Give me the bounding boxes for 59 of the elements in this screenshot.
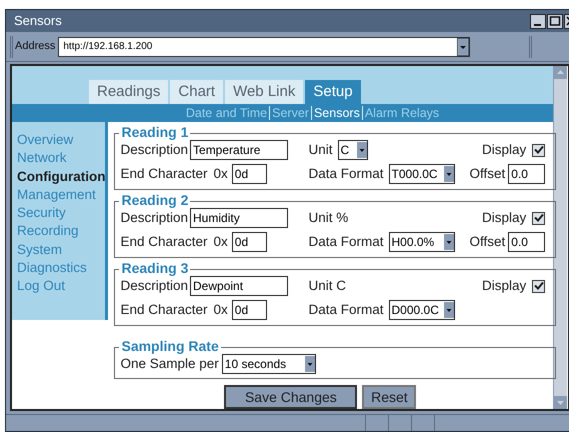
- caret-icon[interactable]: [444, 166, 454, 182]
- input-field[interactable]: 0.0: [508, 232, 546, 252]
- field-label: Unit: [308, 141, 332, 159]
- window-title: Sensors: [14, 12, 62, 30]
- field-label: One Sample per: [120, 355, 219, 373]
- field-label: Display: [482, 277, 526, 295]
- input-field[interactable]: 0d: [232, 164, 267, 184]
- dropdown[interactable]: D000.0C: [388, 300, 455, 320]
- field-label: End Character: [120, 301, 208, 320]
- group-title: Reading 2: [119, 192, 190, 208]
- form-button[interactable]: Reset: [362, 385, 416, 409]
- field-label: Data Format: [308, 165, 384, 184]
- field-label: 0x: [214, 301, 228, 320]
- input-field[interactable]: Humidity: [190, 208, 288, 228]
- field-label: Description: [120, 209, 188, 227]
- input-field[interactable]: 0d: [232, 232, 267, 252]
- field-label: 0x: [214, 165, 228, 184]
- field-label: Data Format: [308, 233, 384, 252]
- input-field[interactable]: Dewpoint: [190, 276, 288, 296]
- field-label: Description: [120, 141, 188, 159]
- field-label: Unit C: [308, 277, 346, 295]
- field-label: Unit %: [308, 209, 348, 227]
- address-label: Address: [15, 39, 56, 54]
- minimize-icon[interactable]: [530, 14, 546, 28]
- field-label: Display: [482, 209, 526, 227]
- sidebar-item[interactable]: Configuration: [17, 168, 106, 186]
- field-label: Offset: [469, 233, 506, 252]
- tab[interactable]: Readings: [89, 80, 168, 104]
- tab[interactable]: Web Link: [225, 80, 304, 104]
- caret-icon[interactable]: [444, 234, 454, 250]
- input-field[interactable]: Temperature: [190, 140, 288, 160]
- group-title: Reading 1: [119, 124, 190, 140]
- field-label: End Character: [120, 233, 208, 252]
- caret-icon[interactable]: [356, 142, 366, 158]
- subtab-link[interactable]: Sensors: [314, 104, 360, 122]
- field-label: Description: [120, 277, 188, 295]
- dropdown[interactable]: H00.0%: [388, 232, 455, 252]
- dropdown-icon[interactable]: [457, 38, 470, 56]
- dropdown[interactable]: 10 seconds: [222, 354, 316, 374]
- checkbox[interactable]: [532, 144, 546, 157]
- group-title: Reading 3: [119, 260, 190, 276]
- field-label: Data Format: [308, 301, 384, 320]
- group-title: Sampling Rate: [119, 338, 221, 354]
- checkbox[interactable]: [532, 212, 546, 225]
- dropdown[interactable]: T000.0C: [388, 164, 455, 184]
- address-field[interactable]: http://192.168.1.200: [58, 36, 470, 56]
- input-field[interactable]: 0d: [232, 300, 267, 320]
- input-field[interactable]: 0.0: [508, 164, 546, 184]
- field-label: 0x: [214, 233, 228, 252]
- tab[interactable]: Chart: [170, 80, 224, 104]
- dropdown[interactable]: C: [338, 140, 368, 160]
- field-label: End Character: [120, 165, 208, 184]
- form-button[interactable]: Save Changes: [224, 385, 358, 409]
- field-label: Display: [482, 141, 526, 159]
- caret-icon[interactable]: [304, 356, 315, 372]
- field-label: Offset: [469, 165, 506, 184]
- caret-icon[interactable]: [444, 302, 454, 318]
- tab[interactable]: Setup: [305, 80, 361, 104]
- checkbox[interactable]: [532, 280, 546, 293]
